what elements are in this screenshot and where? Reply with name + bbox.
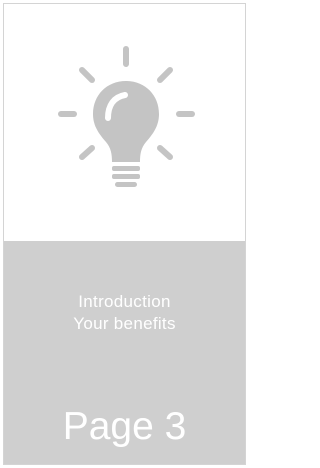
lightbulb-icon xyxy=(58,46,195,187)
info-panel: Introduction Your benefits Page 3 xyxy=(4,241,245,464)
subtitle-benefits: Your benefits xyxy=(73,314,176,333)
page-label: Page 3 xyxy=(62,405,187,448)
chapter-card[interactable]: Introduction Your benefits Page 3 xyxy=(3,3,246,465)
subtitle-introduction: Introduction xyxy=(78,292,171,311)
icon-area xyxy=(4,4,245,241)
